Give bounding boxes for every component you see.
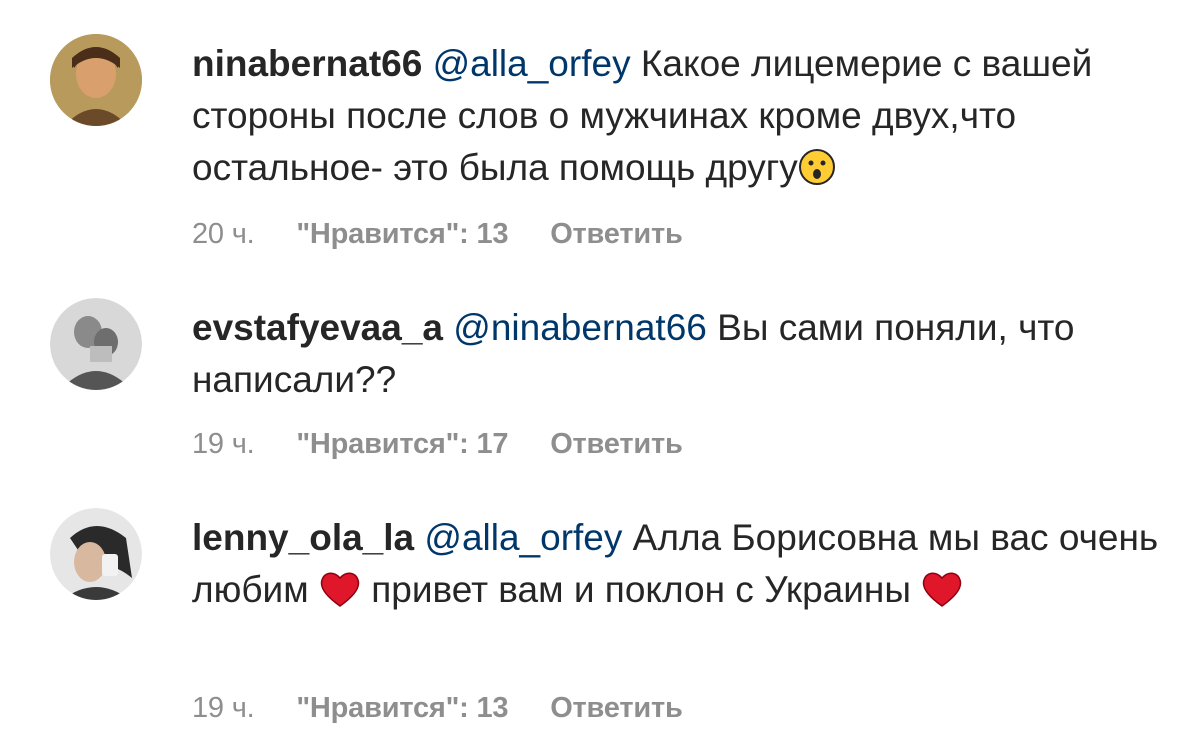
comment-time[interactable]: 20 ч. xyxy=(192,218,255,250)
comment-username[interactable]: lenny_ola_la xyxy=(192,517,414,558)
comment-mention[interactable]: @alla_orfey xyxy=(433,43,631,84)
comment-body: evstafyevaa_a @ninabernat66 Вы сами поня… xyxy=(192,302,1172,406)
avatar-image xyxy=(50,298,142,390)
comment-username[interactable]: ninabernat66 xyxy=(192,43,422,84)
reply-button[interactable]: Ответить xyxy=(550,428,683,460)
comment-text: привет вам и поклон с Украины xyxy=(371,569,911,610)
comment-username[interactable]: evstafyevaa_a xyxy=(192,307,443,348)
avatar-image xyxy=(50,508,142,600)
comment-mention[interactable]: @alla_orfey xyxy=(424,517,622,558)
comment-body: ninabernat66 @alla_orfey Какое лицемерие… xyxy=(192,38,1172,200)
comment-meta: 19 ч. "Нравится": 13 Ответить xyxy=(192,692,717,725)
comment-time[interactable]: 19 ч. xyxy=(192,428,255,460)
comment-body: lenny_ola_la @alla_orfey Алла Борисовна … xyxy=(192,512,1172,622)
avatar[interactable] xyxy=(50,298,142,390)
comment-mention[interactable]: @ninabernat66 xyxy=(453,307,707,348)
comment-time[interactable]: 19 ч. xyxy=(192,692,255,724)
avatar[interactable] xyxy=(50,34,142,126)
avatar-image xyxy=(50,34,142,126)
comment-likes[interactable]: "Нравится": 13 xyxy=(296,218,508,250)
comment-list: ninabernat66 @alla_orfey Какое лицемерие… xyxy=(0,0,1200,743)
reply-button[interactable]: Ответить xyxy=(550,218,683,250)
comment-likes[interactable]: "Нравится": 17 xyxy=(296,428,508,460)
heart-icon xyxy=(921,570,963,622)
avatar[interactable] xyxy=(50,508,142,600)
comment-meta: 19 ч. "Нравится": 17 Ответить xyxy=(192,428,717,461)
comment-meta: 20 ч. "Нравится": 13 Ответить xyxy=(192,218,717,251)
comment-likes[interactable]: "Нравится": 13 xyxy=(296,692,508,724)
astonished-face-icon xyxy=(798,148,836,200)
heart-icon xyxy=(319,570,361,622)
reply-button[interactable]: Ответить xyxy=(550,692,683,724)
